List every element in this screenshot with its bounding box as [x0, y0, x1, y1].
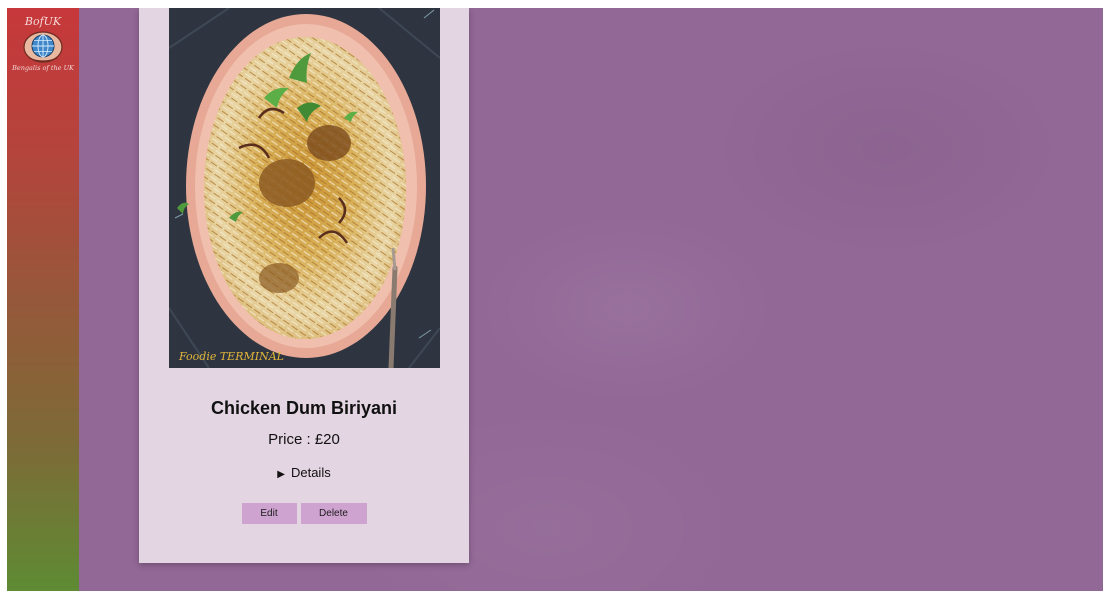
- globe-icon: [23, 31, 63, 63]
- action-buttons: Edit Delete: [139, 503, 469, 524]
- sidebar: BofUK Bengalis of the UK: [7, 8, 79, 591]
- food-photo: Foodie TERMINAL: [169, 8, 440, 368]
- details-label: Details: [290, 465, 331, 480]
- edit-button[interactable]: Edit: [241, 503, 297, 524]
- food-card: Foodie TERMINAL Chicken Dum Biriyani Pri…: [139, 8, 469, 563]
- site-logo[interactable]: BofUK Bengalis of the UK: [7, 14, 79, 86]
- food-price: Price : £20: [268, 431, 340, 448]
- page-background: BofUK Bengalis of the UK Foodie TERMINAL…: [7, 8, 1103, 591]
- food-title: Chicken Dum Biriyani: [210, 398, 398, 418]
- photo-watermark: Foodie TERMINAL: [178, 350, 284, 363]
- triangle-right-icon: ▶: [277, 469, 285, 480]
- delete-button[interactable]: Delete: [300, 503, 367, 524]
- logo-bottom-text: Bengalis of the UK: [12, 64, 74, 72]
- logo-top-text: BofUK: [24, 15, 62, 28]
- details-toggle[interactable]: ▶ Details: [139, 465, 469, 480]
- biriyani-image: Foodie TERMINAL: [169, 8, 440, 368]
